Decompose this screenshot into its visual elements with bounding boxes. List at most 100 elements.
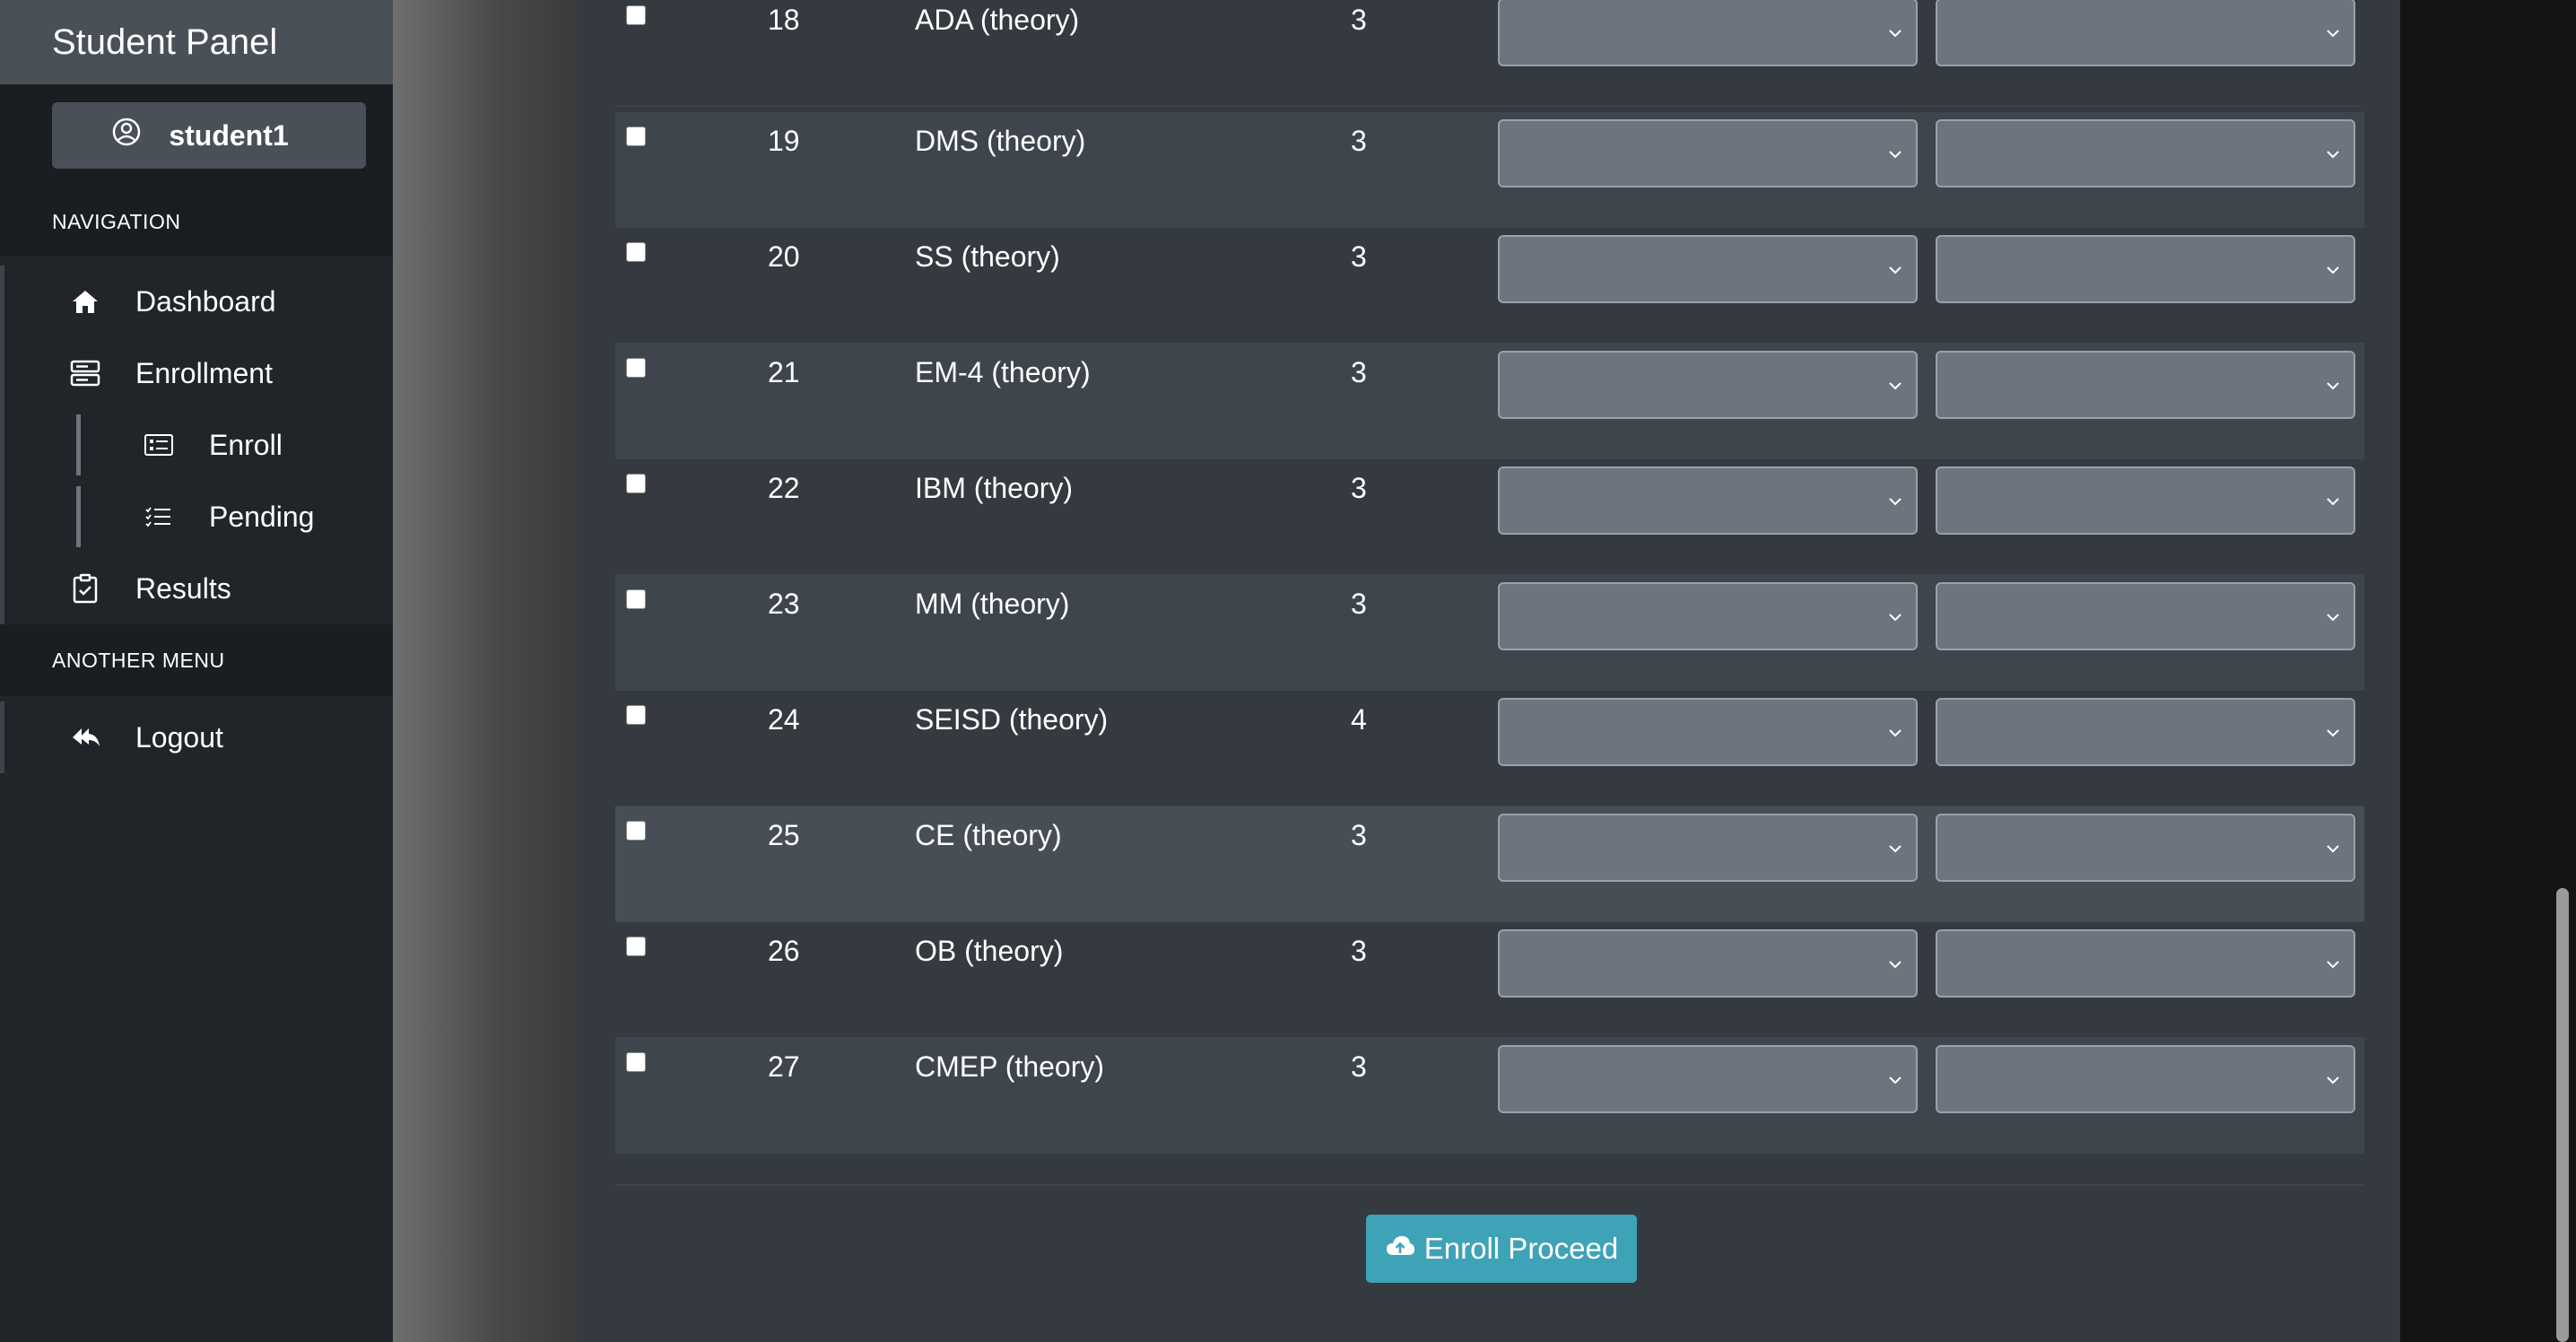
cloud-upload-icon [1385,1232,1415,1266]
row-checkbox[interactable] [626,705,646,725]
row-checkbox[interactable] [626,474,646,493]
chevron-down-icon [2327,1076,2339,1085]
sidebar-item-label: Enrollment [135,356,273,389]
table-row: 23 MM (theory) 3 [615,575,2364,691]
sidebar: Student Panel student1 NAVIGATION Dashbo… [0,0,393,1342]
group-select[interactable] [1936,1045,2355,1113]
user-panel: student1 [0,84,393,187]
section-select[interactable] [1498,351,1918,419]
username-label: student1 [169,118,289,152]
course-number: 24 [768,703,800,736]
course-title: CMEP (theory) [915,1050,1105,1083]
list-check-icon [141,499,177,535]
row-checkbox[interactable] [626,937,646,956]
table-row: 26 OB (theory) 3 [615,922,2364,1038]
course-title: SS (theory) [915,240,1060,273]
chevron-down-icon [2327,961,2339,969]
row-checkbox[interactable] [626,242,646,262]
sidebar-item-enroll[interactable]: Enroll [4,409,393,481]
group-select[interactable] [1936,929,2355,998]
enroll-card: 18 ADA (theory) 3 19 DMS (theory) 3 20 S… [578,0,2400,1342]
course-title: CE (theory) [915,819,1062,851]
course-credit: 3 [1351,472,1367,504]
section-select[interactable] [1498,0,1918,66]
group-select[interactable] [1936,582,2355,650]
row-checkbox[interactable] [626,589,646,609]
section-select[interactable] [1498,814,1918,882]
table-row: 27 CMEP (theory) 3 [615,1038,2364,1154]
course-credit: 3 [1351,819,1367,851]
sidebar-item-label: Logout [135,720,223,754]
course-credit: 4 [1351,703,1367,736]
sidebar-item-dashboard[interactable]: Dashboard [4,266,393,337]
sidebar-item-label: Results [135,571,231,605]
chevron-down-icon [2327,151,2339,159]
chevron-down-icon [1889,845,1902,853]
course-title: DMS (theory) [915,125,1086,157]
reply-all-icon [67,719,103,755]
section-another-menu: ANOTHER MENU [0,624,393,696]
course-title: EM-4 (theory) [915,356,1091,388]
row-checkbox[interactable] [626,821,646,841]
row-checkbox[interactable] [626,5,646,25]
nav-group-another: Logout [0,702,393,773]
section-select[interactable] [1498,929,1918,998]
brand-title[interactable]: Student Panel [0,0,393,84]
section-select[interactable] [1498,582,1918,650]
sidebar-item-enrollment[interactable]: Enrollment [4,337,393,409]
course-number: 25 [768,819,800,851]
group-select[interactable] [1936,119,2355,187]
chevron-down-icon [1889,729,1902,737]
section-select[interactable] [1498,698,1918,766]
course-number: 26 [768,935,800,967]
table-row: 19 DMS (theory) 3 [615,112,2364,228]
chevron-down-icon [1889,151,1902,159]
chevron-down-icon [2327,382,2339,390]
sidebar-item-logout[interactable]: Logout [4,702,393,773]
course-credit: 3 [1351,588,1367,620]
user-circle-icon [111,117,142,154]
page-gutter [393,0,578,1342]
sidebar-item-pending[interactable]: Pending [4,481,393,553]
course-number: 22 [768,472,800,504]
row-checkbox[interactable] [626,358,646,378]
section-navigation: NAVIGATION [0,187,393,257]
sidebar-item-label: Enroll [209,428,283,461]
course-credit: 3 [1351,935,1367,967]
group-select[interactable] [1936,0,2355,66]
sidebar-item-results[interactable]: Results [4,553,393,624]
chevron-down-icon [2327,614,2339,622]
enroll-proceed-button[interactable]: Enroll Proceed [1366,1215,1637,1283]
chevron-down-icon [2327,30,2339,38]
row-checkbox[interactable] [626,126,646,146]
course-credit: 3 [1351,356,1367,388]
table-row: 21 EM-4 (theory) 3 [615,344,2364,459]
submenu-indicator [76,486,81,547]
chevron-down-icon [1889,614,1902,622]
group-select[interactable] [1936,466,2355,535]
section-select[interactable] [1498,466,1918,535]
chevron-down-icon [1889,498,1902,506]
home-icon [67,283,103,319]
chevron-down-icon [2327,266,2339,274]
chevron-down-icon [2327,845,2339,853]
group-select[interactable] [1936,814,2355,882]
page-scrollbar[interactable] [2556,888,2569,1342]
course-credit: 3 [1351,4,1367,36]
section-select[interactable] [1498,235,1918,303]
card-list-icon [141,427,177,463]
course-number: 19 [768,125,800,157]
course-title: SEISD (theory) [915,703,1109,736]
group-select[interactable] [1936,235,2355,303]
course-number: 20 [768,240,800,273]
chevron-down-icon [1889,266,1902,274]
chevron-down-icon [2327,498,2339,506]
section-select[interactable] [1498,119,1918,187]
section-select[interactable] [1498,1045,1918,1113]
sidebar-item-label: Dashboard [135,284,276,318]
row-checkbox[interactable] [626,1052,646,1072]
user-button[interactable]: student1 [52,102,366,169]
group-select[interactable] [1936,698,2355,766]
clipboard-check-icon [67,571,103,606]
group-select[interactable] [1936,351,2355,419]
